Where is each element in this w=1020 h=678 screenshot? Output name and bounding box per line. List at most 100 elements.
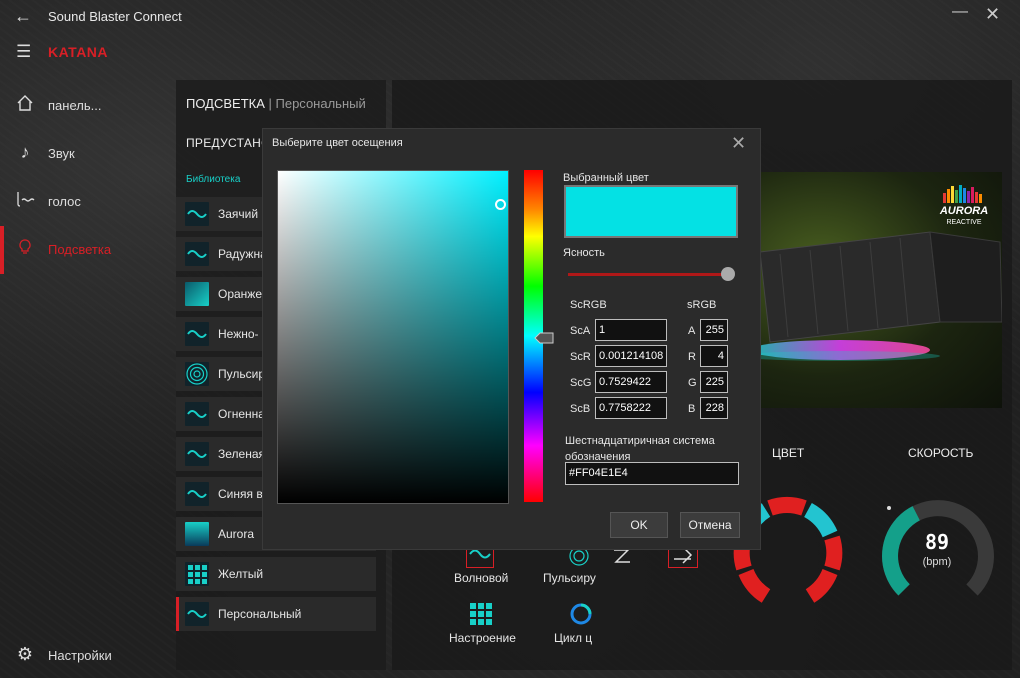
home-icon <box>14 94 36 117</box>
dialog-title: Выберите цвет осещения <box>272 137 403 149</box>
color-ring-segment[interactable] <box>738 568 771 603</box>
close-window-icon[interactable]: ✕ <box>985 4 1000 25</box>
nav-label: Звук <box>48 146 75 161</box>
color-ring-segment[interactable] <box>824 535 843 571</box>
ok-button[interactable]: OK <box>610 512 668 538</box>
preset-label: Заячий <box>218 207 259 221</box>
nav-label: Настройки <box>48 648 112 663</box>
clarity-slider-thumb[interactable] <box>721 267 735 281</box>
preset-label: Оранже <box>218 287 263 301</box>
scg-label: ScG <box>570 377 592 389</box>
wave-icon <box>185 202 209 226</box>
nav-item-voice[interactable]: голос <box>0 182 170 222</box>
section-title-main: ПОДСВЕТКА <box>186 96 265 111</box>
gear-icon: ⚙ <box>16 644 34 664</box>
preset-item-active[interactable]: Персональный <box>176 597 376 631</box>
b-field[interactable]: 228 <box>700 397 728 419</box>
scg-field[interactable]: 0.7529422 <box>595 371 667 393</box>
mood-grid-icon[interactable] <box>468 601 494 627</box>
aurora-reactive-logo: AURORA REACTIVE <box>937 181 991 235</box>
b-label: B <box>688 403 696 415</box>
wave-icon <box>185 482 209 506</box>
preset-label: Синяя в <box>218 487 263 501</box>
sca-label: ScA <box>570 325 591 337</box>
wave-icon <box>185 402 209 426</box>
scb-field[interactable]: 0.7758222 <box>595 397 667 419</box>
nav-label: Подсветка <box>48 242 112 257</box>
saturation-value-picker[interactable] <box>277 170 509 504</box>
r-label: R <box>688 351 696 363</box>
scb-label: ScB <box>570 403 591 415</box>
pulse-rings-icon <box>185 362 209 386</box>
preset-label: Огненна <box>218 407 265 421</box>
hex-label: Шестнадцатиричная система обозначения <box>565 435 715 463</box>
wave-icon <box>185 322 209 346</box>
nav-item-lighting[interactable]: Подсветка <box>0 226 170 274</box>
lightbulb-icon <box>14 238 36 261</box>
section-separator: | <box>264 96 276 111</box>
music-note-icon: ♪ <box>20 142 30 162</box>
section-title: ПОДСВЕТКА | Персональный <box>186 96 366 111</box>
preset-label: Персональный <box>218 607 302 621</box>
app-title: Sound Blaster Connect <box>48 9 182 24</box>
presets-title: ПРЕДУСТАНО <box>186 136 271 150</box>
a-field[interactable]: 255 <box>700 319 728 341</box>
preset-label: Зеленая <box>218 447 265 461</box>
speed-label: СКОРОСТЬ <box>908 446 974 460</box>
aurora-icon <box>185 522 209 546</box>
color-picker-cursor[interactable] <box>495 199 506 210</box>
preset-item[interactable]: Желтый <box>176 557 376 591</box>
hamburger-menu-icon[interactable]: ☰ <box>16 42 31 62</box>
r-field[interactable]: 4 <box>700 345 728 367</box>
color-ring-segment[interactable] <box>767 497 807 516</box>
sca-field[interactable]: 1 <box>595 319 667 341</box>
a-label: A <box>688 325 696 337</box>
effect-label[interactable]: Цикл ц <box>554 631 592 645</box>
clarity-label: Ясность <box>563 247 605 259</box>
logo-subtext: REACTIVE <box>946 219 982 226</box>
section-subtitle: Персональный <box>275 96 366 111</box>
library-label: Библиотека <box>186 174 241 185</box>
scr-field[interactable]: 0.001214108 <box>595 345 667 367</box>
hex-field[interactable]: #FF04E1E4 <box>565 462 739 485</box>
minimize-icon[interactable]: — <box>952 3 968 21</box>
nav-item-settings[interactable]: ⚙ Настройки <box>0 636 170 676</box>
close-icon[interactable]: ✕ <box>731 133 746 154</box>
speed-gauge-dot <box>887 506 891 510</box>
hue-slider-handle[interactable] <box>534 331 554 344</box>
color-ring-segment[interactable] <box>805 568 838 603</box>
selected-color-label: Выбранный цвет <box>563 172 649 184</box>
preset-label: Радужна <box>218 247 267 261</box>
preset-label: Пульсир <box>218 367 265 381</box>
g-field[interactable]: 225 <box>700 371 728 393</box>
nav-item-dashboard[interactable]: панель... <box>0 86 170 126</box>
color-cycle-icon[interactable] <box>568 601 594 627</box>
srgb-label: sRGB <box>687 299 717 311</box>
voice-icon <box>14 190 36 213</box>
speed-gauge-fill <box>882 506 921 596</box>
nav-label: панель... <box>48 98 102 113</box>
speed-value: 89 <box>924 530 950 554</box>
wave-icon <box>185 602 209 626</box>
device-name[interactable]: KATANA <box>48 44 108 60</box>
logo-text: AURORA <box>939 205 989 217</box>
effect-label[interactable]: Пульсиру <box>543 571 596 585</box>
scr-label: ScR <box>570 351 591 363</box>
back-arrow-icon[interactable]: ← <box>14 6 32 27</box>
preset-label: Нежно- <box>218 327 259 341</box>
clarity-slider-track[interactable] <box>568 273 730 276</box>
color-label: ЦВЕТ <box>772 446 805 460</box>
color-ring-segment[interactable] <box>803 502 838 538</box>
effect-label[interactable]: Волновой <box>454 571 508 585</box>
effect-label[interactable]: Настроение <box>449 631 516 645</box>
wave-icon <box>185 242 209 266</box>
cancel-button[interactable]: Отмена <box>680 512 740 538</box>
scrgb-label: ScRGB <box>570 299 607 311</box>
gradient-icon <box>185 282 209 306</box>
selected-color-swatch <box>564 185 738 238</box>
nav-item-sound[interactable]: ♪ Звук <box>0 134 170 174</box>
wave-icon <box>185 442 209 466</box>
speed-unit: (bpm) <box>922 556 952 568</box>
preset-label: Aurora <box>218 527 255 541</box>
preset-label: Желтый <box>218 567 264 581</box>
